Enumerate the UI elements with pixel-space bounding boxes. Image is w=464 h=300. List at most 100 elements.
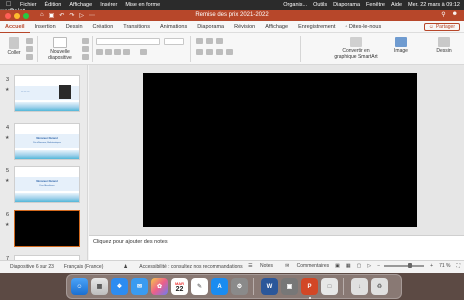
italic-icon[interactable]	[105, 49, 112, 55]
slide-thumbnail[interactable]: Monsieur Durand Prix d'Honneur, Mathémat…	[14, 123, 80, 160]
new-slide-button[interactable]: Nouvelle diapositive	[41, 37, 79, 61]
powerpoint-icon[interactable]: P	[301, 278, 318, 295]
align-right-icon[interactable]	[216, 49, 223, 55]
zoom-in-icon[interactable]: +	[430, 263, 433, 269]
tab-accueil[interactable]: Accueil	[0, 21, 30, 33]
document-icon[interactable]: □	[321, 278, 338, 295]
slide-thumbnail[interactable]	[14, 210, 80, 247]
cut-icon[interactable]	[26, 38, 33, 44]
slideshow-view-icon[interactable]: ▷	[367, 263, 371, 269]
font-color-icon[interactable]	[140, 49, 147, 55]
launchpad-icon[interactable]: ▦	[91, 278, 108, 295]
numbering-icon[interactable]	[206, 38, 213, 44]
zoom-out-icon[interactable]: −	[377, 263, 380, 269]
share-icon: ☺	[428, 24, 434, 30]
section-icon[interactable]	[82, 54, 89, 60]
zoom-slider[interactable]	[384, 263, 425, 269]
app-store-icon[interactable]: A	[211, 278, 228, 295]
menu-mise-en-forme[interactable]: Mise en forme	[125, 2, 160, 8]
tab-diaporama[interactable]: Diaporama	[192, 21, 229, 33]
indent-icon[interactable]	[216, 38, 223, 44]
ribbon-divider	[37, 36, 38, 62]
zoom-level[interactable]: 71 %	[439, 263, 450, 269]
font-size-select[interactable]	[164, 38, 184, 45]
menu-inserer[interactable]: Insérer	[100, 2, 117, 8]
sorter-view-icon[interactable]: ▦	[346, 263, 351, 269]
strikethrough-icon[interactable]	[123, 49, 130, 55]
justify-icon[interactable]	[226, 49, 233, 55]
tab-revision[interactable]: Révision	[229, 21, 260, 33]
menu-organiser[interactable]: Organis...	[283, 2, 307, 8]
menu-aide[interactable]: Aide	[391, 2, 402, 8]
slide-thumbnail[interactable]: Monsieur Durand Prix d'Excellence	[14, 166, 80, 203]
present-icon[interactable]: ▷	[79, 12, 84, 19]
word-icon[interactable]: W	[261, 278, 278, 295]
calendar-icon[interactable]: MAR 22	[171, 278, 188, 295]
tab-creation[interactable]: Création	[88, 21, 119, 33]
normal-view-icon[interactable]: ▣	[335, 263, 340, 269]
bold-icon[interactable]	[96, 49, 103, 55]
system-settings-icon[interactable]: ⚙	[231, 278, 248, 295]
minimize-window-button[interactable]	[14, 12, 20, 19]
align-center-icon[interactable]	[206, 49, 213, 55]
notes-app-icon[interactable]: ✎	[191, 278, 208, 295]
preview-icon[interactable]: ▣	[281, 278, 298, 295]
tab-insertion[interactable]: Insertion	[30, 21, 61, 33]
tab-transitions[interactable]: Transitions	[118, 21, 155, 33]
designer-button[interactable]: Dessin	[433, 37, 455, 54]
tab-dites-le-nous[interactable]: ◦ Dites-le-nous	[340, 21, 386, 33]
safari-icon[interactable]: ❖	[111, 278, 128, 295]
format-painter-icon[interactable]	[26, 54, 33, 60]
comments-button[interactable]: ✉ Commentaires	[279, 263, 329, 269]
more-icon[interactable]: ⋯	[89, 12, 95, 19]
tab-dessin[interactable]: Dessin	[61, 21, 88, 33]
align-left-icon[interactable]	[196, 49, 203, 55]
mail-icon[interactable]: ✉	[131, 278, 148, 295]
zoom-slider-thumb[interactable]	[408, 263, 413, 269]
smartart-icon	[350, 37, 362, 47]
copy-icon[interactable]	[26, 46, 33, 52]
menu-fichier[interactable]: Fichier	[20, 2, 37, 8]
thumbnail-subtitle: Prix d'Excellence	[39, 185, 55, 187]
notes-pane[interactable]: Cliquez pour ajouter des notes	[89, 235, 464, 260]
home-icon[interactable]: ⌂	[40, 12, 44, 19]
tab-affichage[interactable]: Affichage	[260, 21, 293, 33]
image-button[interactable]: Image	[390, 37, 412, 54]
notes-button[interactable]: ☰ Notes	[242, 263, 273, 269]
tab-enregistrement[interactable]: Enregistrement	[293, 21, 340, 33]
font-family-select[interactable]	[96, 38, 160, 45]
slide-thumbnail-pane[interactable]: 3 ★ — — — 4 ★ Monsieur Durand Prix d'Hon…	[0, 65, 88, 260]
downloads-icon[interactable]: ↓	[351, 278, 368, 295]
menu-outils[interactable]: Outils	[313, 2, 327, 8]
close-window-button[interactable]	[5, 12, 11, 19]
menu-edition[interactable]: Édition	[45, 2, 62, 8]
paste-button[interactable]: Coller	[5, 37, 23, 56]
share-button[interactable]: ☺ Partager	[423, 23, 460, 31]
current-slide[interactable]	[143, 73, 417, 227]
save-icon[interactable]: ▣	[49, 12, 55, 19]
slide-thumbnail[interactable]: — — —	[14, 75, 80, 112]
language[interactable]: Français (France)	[64, 264, 103, 270]
search-icon[interactable]: ⚲	[441, 11, 445, 18]
photos-icon[interactable]: ✿	[151, 278, 168, 295]
fit-slide-icon[interactable]: ⛶	[456, 263, 460, 269]
menu-fenetre[interactable]: Fenêtre	[366, 2, 385, 8]
maximize-window-button[interactable]	[23, 12, 29, 19]
trash-icon[interactable]: ♻	[371, 278, 388, 295]
tab-animations[interactable]: Animations	[155, 21, 192, 33]
layout-icon[interactable]	[82, 38, 89, 44]
accessibility-status[interactable]: ♟ Accessibilité : consultez nos recomman…	[113, 264, 242, 270]
underline-icon[interactable]	[114, 49, 121, 55]
reading-view-icon[interactable]: ▢	[357, 263, 362, 269]
finder-icon[interactable]: ☺	[71, 278, 88, 295]
undo-icon[interactable]: ↶	[59, 12, 64, 19]
account-icon[interactable]: ☻	[452, 11, 458, 18]
menu-diaporama[interactable]: Diaporama	[333, 2, 360, 8]
menu-affichage[interactable]: Affichage	[69, 2, 92, 8]
convert-smartart-button[interactable]: Convertir en graphique SmartArt	[332, 37, 380, 60]
bullets-icon[interactable]	[196, 38, 203, 44]
thumbnail-title: Monsieur Durand	[36, 137, 58, 140]
reset-icon[interactable]	[82, 46, 89, 52]
slide-canvas[interactable]	[89, 65, 464, 235]
redo-icon[interactable]: ↷	[69, 12, 74, 19]
